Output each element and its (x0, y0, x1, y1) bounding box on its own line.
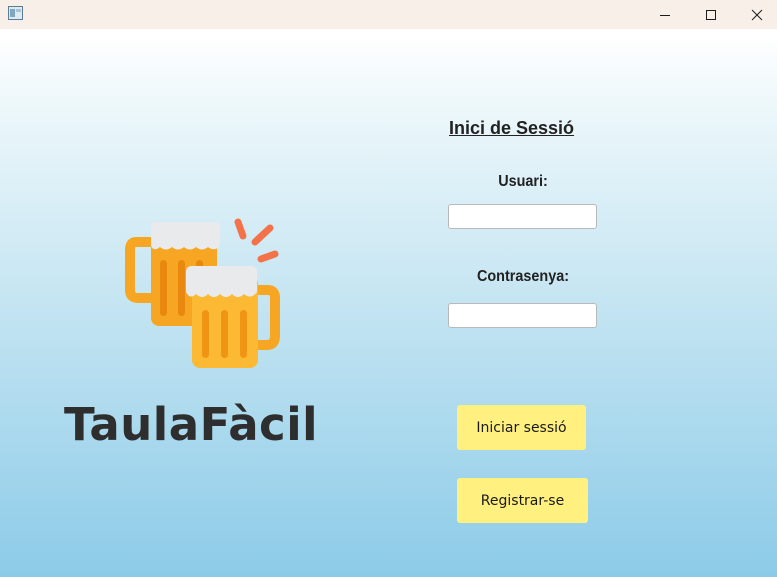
maximize-button[interactable] (688, 0, 734, 29)
password-label: Contrasenya: (476, 268, 570, 285)
minimize-button[interactable] (642, 0, 688, 29)
beer-mugs-icon (122, 212, 290, 378)
login-button[interactable]: Iniciar sessió (457, 405, 586, 450)
login-heading: Inici de Sessió (449, 118, 575, 138)
title-bar (0, 0, 777, 29)
minimize-icon (660, 14, 670, 16)
username-label: Usuari: (498, 173, 548, 190)
close-button[interactable] (734, 0, 777, 29)
maximize-icon (706, 9, 716, 20)
login-window: TaulaFàcil Inici de Sessió Usuari: Contr… (0, 0, 777, 577)
password-input[interactable] (448, 303, 597, 328)
app-name: TaulaFàcil (64, 398, 319, 451)
username-input[interactable] (448, 204, 597, 229)
close-icon (751, 9, 763, 20)
app-window-icon (8, 6, 23, 20)
register-button[interactable]: Registrar-se (457, 478, 588, 523)
